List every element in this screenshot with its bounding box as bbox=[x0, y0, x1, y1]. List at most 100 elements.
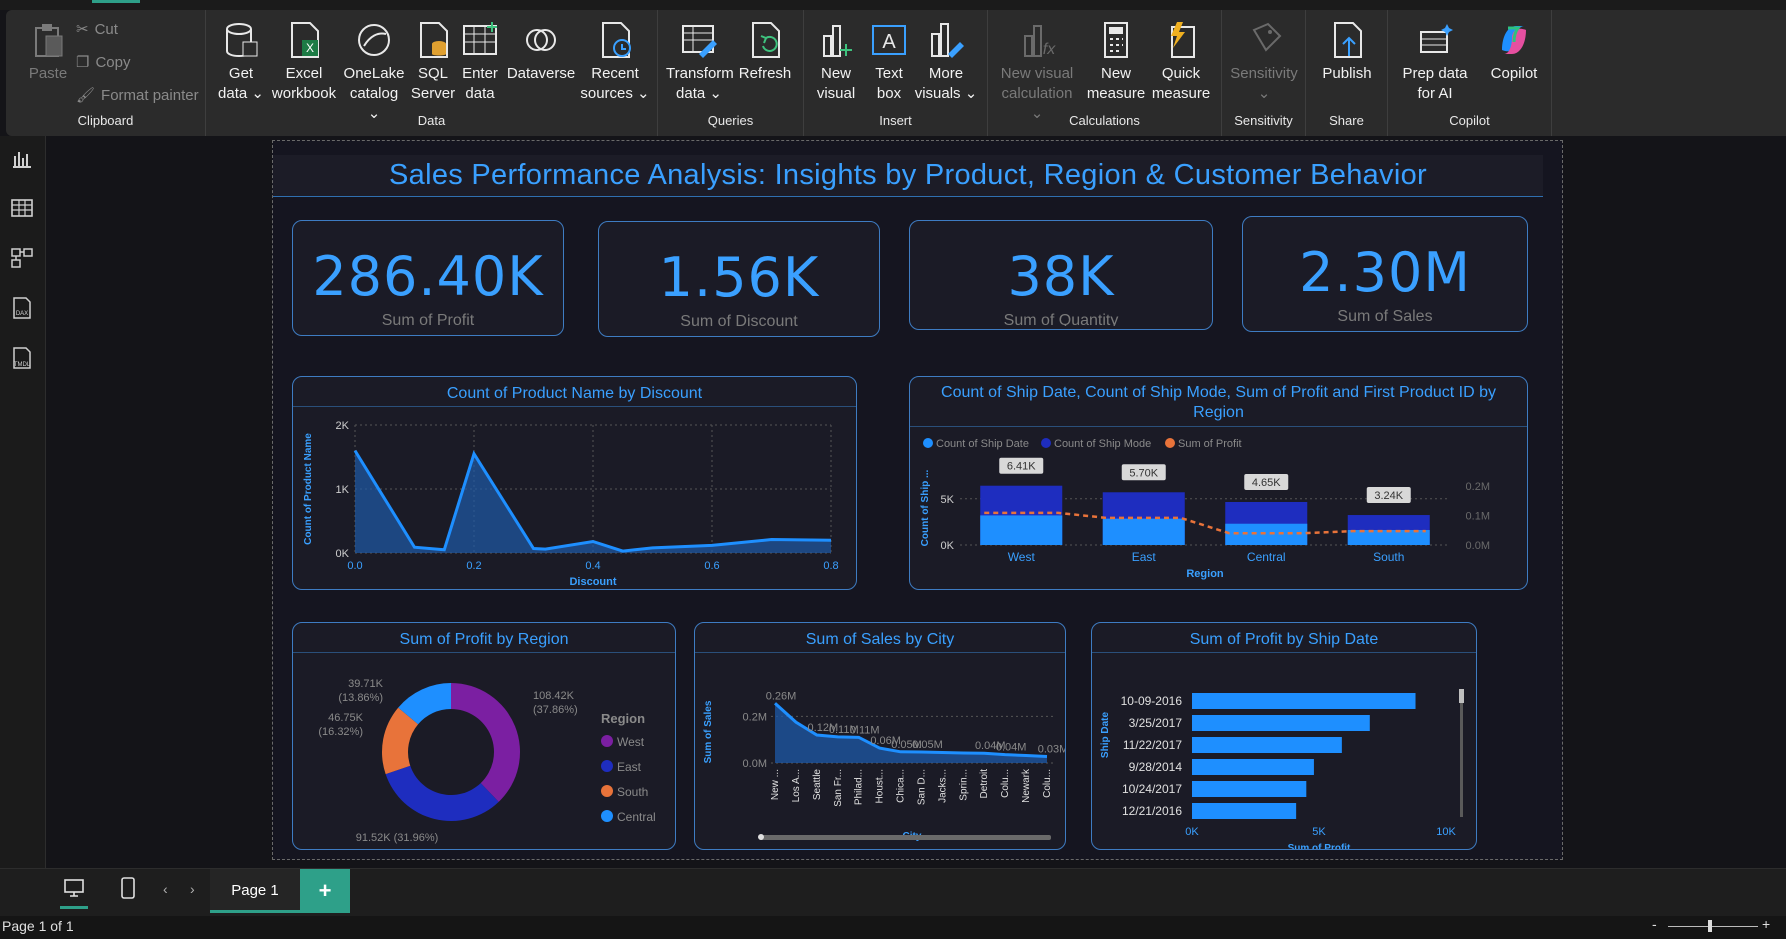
new-visual-button[interactable]: New visual bbox=[810, 20, 862, 104]
y-tick-label: 0K bbox=[336, 548, 350, 560]
format-painter-button[interactable]: 🖌 Format painter bbox=[76, 86, 199, 105]
data-label: 108.42K bbox=[533, 690, 575, 702]
refresh-button[interactable]: Refresh bbox=[736, 20, 794, 84]
dataverse-button[interactable]: Dataverse bbox=[506, 20, 576, 84]
dax-query-icon[interactable]: DAX bbox=[10, 296, 34, 320]
copy-icon: ❐ bbox=[76, 54, 90, 71]
kpi-card-discount[interactable]: 1.56K Sum of Discount bbox=[598, 221, 880, 337]
legend-label: Count of Ship Date bbox=[936, 438, 1029, 450]
y-tick-label: 0.0M bbox=[743, 758, 767, 770]
donut-slice-west bbox=[451, 683, 520, 802]
scrollbar-thumb bbox=[758, 834, 764, 840]
sensitivity-group: Sensitivity ⌄ Sensitivity bbox=[1222, 10, 1306, 136]
recent-sources-icon bbox=[602, 22, 631, 58]
tab-label: Page 1 bbox=[231, 882, 279, 899]
copy-button[interactable]: ❐ Copy bbox=[76, 53, 131, 72]
y-tick-label: 2K bbox=[336, 420, 350, 432]
format-painter-label: Format painter bbox=[101, 86, 199, 104]
onelake-icon bbox=[358, 24, 390, 56]
report-view-icon[interactable] bbox=[10, 146, 34, 170]
x-axis-title: Region bbox=[1186, 568, 1224, 580]
zoom-out-button[interactable]: - bbox=[1652, 916, 1657, 932]
data-label: 0.26M bbox=[766, 690, 797, 702]
excel-workbook-button[interactable]: X Excel workbook bbox=[270, 20, 338, 104]
kpi-value: 2.30M bbox=[1299, 241, 1471, 304]
get-data-button[interactable]: Get data ⌄ bbox=[216, 20, 266, 104]
copilot-button[interactable]: Copilot bbox=[1482, 20, 1546, 84]
y2-tick-label: 0.0M bbox=[1466, 540, 1490, 552]
paste-button[interactable]: Paste bbox=[18, 20, 78, 84]
chart-title: Count of Product Name by Discount bbox=[293, 377, 856, 407]
prev-page-button[interactable]: ‹ bbox=[163, 881, 168, 897]
cut-button[interactable]: ✂ Cut bbox=[76, 20, 118, 39]
x-tick-label: 0.0 bbox=[347, 560, 362, 572]
quick-measure-icon bbox=[1171, 22, 1195, 58]
model-view-icon[interactable] bbox=[10, 246, 34, 270]
desktop-layout-button[interactable] bbox=[60, 877, 88, 909]
calculations-group-label: Calculations bbox=[1069, 113, 1140, 128]
transform-data-button[interactable]: Transform data ⌄ bbox=[666, 20, 734, 104]
add-page-button[interactable]: + bbox=[300, 869, 350, 913]
kpi-card-quantity[interactable]: 38K Sum of Quantity bbox=[909, 220, 1213, 330]
next-page-button[interactable]: › bbox=[190, 881, 195, 897]
mobile-icon bbox=[121, 877, 135, 899]
sql-server-button[interactable]: SQL Server bbox=[410, 20, 456, 104]
sensitivity-label-icon bbox=[1252, 22, 1282, 52]
x-tick-label: Houst... bbox=[875, 769, 886, 803]
mobile-layout-button[interactable] bbox=[120, 877, 140, 905]
sales-city-chart-panel[interactable]: Sum of Sales by City 0.0M 0.2M 0.26M 0.12M 0… bbox=[694, 622, 1066, 850]
table-view-icon[interactable] bbox=[10, 196, 34, 220]
quick-measure-button[interactable]: Quick measure bbox=[1148, 20, 1214, 104]
enter-data-button[interactable]: Enter data bbox=[458, 20, 502, 104]
more-visuals-icon bbox=[931, 23, 964, 58]
publish-button[interactable]: Publish bbox=[1310, 20, 1384, 84]
profit-shipdate-chart-panel[interactable]: Sum of Profit by Ship Date 0K 5K 10K 10-09-… bbox=[1091, 622, 1477, 850]
bar-ship-date bbox=[980, 515, 1063, 545]
publish-label: Publish bbox=[1322, 65, 1372, 82]
region-combo-chart-panel[interactable]: Count of Ship Date, Count of Ship Mode, … bbox=[909, 376, 1528, 590]
more-visuals-label: More visuals ⌄ bbox=[914, 65, 978, 102]
new-measure-button[interactable]: New measure bbox=[1084, 20, 1148, 104]
paste-label: Paste bbox=[28, 65, 68, 82]
data-label: 39.71K bbox=[348, 678, 384, 690]
x-tick-label: Newark bbox=[1021, 768, 1032, 803]
legend-marker bbox=[601, 735, 613, 747]
kpi-card-profit[interactable]: 286.40K Sum of Profit bbox=[292, 220, 564, 336]
new-visual-calculation-button[interactable]: fx New visual calculation ⌄ bbox=[994, 20, 1080, 124]
x-tick-label: 5K bbox=[1312, 826, 1326, 838]
bar bbox=[1192, 759, 1314, 775]
prep-data-ai-button[interactable]: Prep data for AI bbox=[1394, 20, 1476, 104]
discount-chart-panel[interactable]: Count of Product Name by Discount 0K 1K 2K… bbox=[292, 376, 857, 590]
copy-label: Copy bbox=[95, 53, 131, 71]
report-title: Sales Performance Analysis: Insights by … bbox=[273, 155, 1543, 197]
kpi-card-sales[interactable]: 2.30M Sum of Sales bbox=[1242, 216, 1528, 332]
copilot-label: Copilot bbox=[1490, 65, 1538, 82]
zoom-slider-thumb[interactable] bbox=[1708, 920, 1712, 932]
x-tick-label: Colu... bbox=[1000, 769, 1011, 798]
paste-icon bbox=[35, 24, 63, 57]
zoom-in-button[interactable]: + bbox=[1762, 916, 1770, 932]
recent-sources-button[interactable]: Recent sources ⌄ bbox=[580, 20, 650, 104]
x-tick-label: Seattle bbox=[812, 769, 823, 801]
svg-text:fx: fx bbox=[1043, 41, 1056, 58]
text-box-button[interactable]: A Text box bbox=[866, 20, 912, 104]
insert-group-label: Insert bbox=[879, 113, 912, 128]
ribbon: Paste ✂ Cut ❐ Copy 🖌 Format painter Clipboa… bbox=[6, 10, 1786, 136]
more-visuals-button[interactable]: More visuals ⌄ bbox=[914, 20, 978, 104]
quick-measure-label: Quick measure bbox=[1151, 65, 1211, 102]
prep-data-icon bbox=[1420, 24, 1453, 53]
data-label: (13.86%) bbox=[338, 692, 383, 704]
onelake-catalog-button[interactable]: OneLake catalog ⌄ bbox=[342, 20, 406, 124]
x-tick-label: 0.2 bbox=[466, 560, 481, 572]
y-tick-label: 10-09-2016 bbox=[1121, 694, 1183, 708]
tab-page-1[interactable]: Page 1 bbox=[210, 869, 300, 913]
tmdl-view-icon[interactable]: TMDL bbox=[10, 346, 34, 370]
sql-server-label: SQL Server bbox=[410, 65, 456, 102]
profit-region-donut-panel[interactable]: Sum of Profit by Region 108.42K (37.86%) 9… bbox=[292, 622, 676, 850]
x-tick-label: San D... bbox=[916, 769, 927, 805]
sensitivity-button[interactable]: Sensitivity ⌄ bbox=[1226, 20, 1302, 104]
y-axis-title: Ship Date bbox=[1100, 712, 1111, 759]
data-label: 5.70K bbox=[1129, 467, 1158, 479]
zoom-slider[interactable] bbox=[1668, 920, 1758, 932]
kpi-value: 1.56K bbox=[658, 246, 820, 309]
